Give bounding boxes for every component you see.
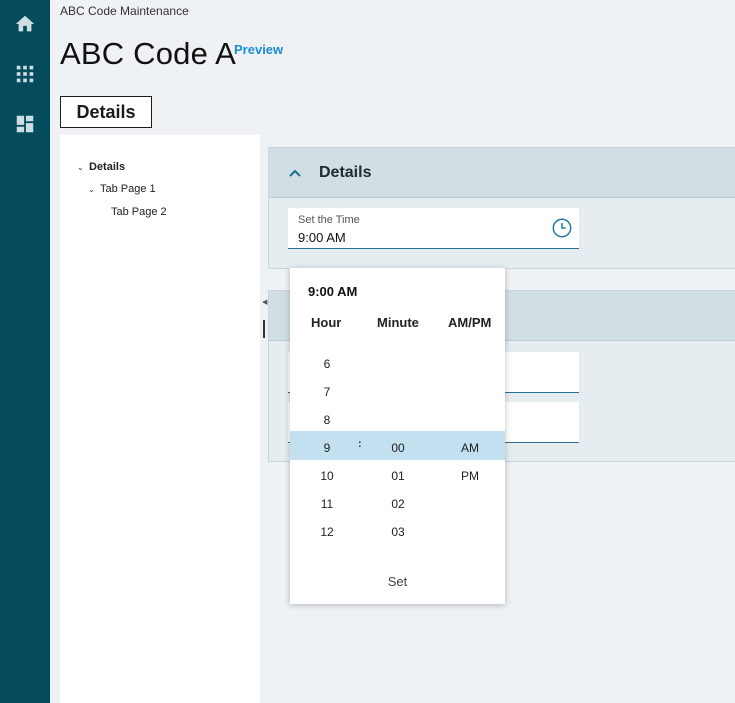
minute-option[interactable]: 01 — [378, 469, 418, 483]
minute-column-header: Minute — [377, 315, 419, 330]
page-title: ABC Code A — [60, 36, 237, 71]
home-icon — [15, 15, 35, 32]
details-section-header[interactable]: Details — [269, 148, 735, 198]
tab-details[interactable]: Details — [60, 96, 152, 128]
hour-option[interactable]: 7 — [307, 385, 347, 399]
field-label: Set the Time — [298, 214, 360, 226]
breadcrumb: ABC Code Maintenance — [60, 4, 189, 18]
hour-column-header: Hour — [311, 315, 342, 330]
dashboard-button[interactable] — [0, 104, 50, 144]
tree-item-details[interactable]: ⌄ Details — [77, 161, 125, 173]
set-time-field[interactable]: Set the Time — [288, 208, 579, 249]
home-button[interactable] — [0, 4, 50, 44]
hour-option[interactable]: 8 — [307, 413, 347, 427]
tree-panel: ⌄ Details ⌄ Tab Page 1 Tab Page 2 — [60, 135, 260, 703]
tree-item-label: Details — [89, 161, 126, 173]
hour-option[interactable]: 11 — [307, 497, 347, 511]
apps-grid-icon — [16, 65, 34, 83]
hour-option-selected[interactable]: 9 — [307, 441, 347, 455]
preview-link[interactable]: Preview — [234, 42, 283, 57]
tree-item-label: Tab Page 1 — [100, 183, 156, 195]
ampm-option-selected[interactable]: AM — [450, 441, 490, 455]
nav-rail — [0, 0, 50, 703]
chevron-up-icon — [289, 169, 301, 177]
dashboard-icon — [16, 115, 34, 133]
hour-option[interactable]: 12 — [307, 525, 347, 539]
chevron-down-icon: ⌄ — [77, 162, 84, 172]
set-button[interactable]: Set — [290, 574, 505, 589]
ampm-option[interactable]: PM — [450, 469, 490, 483]
minute-option[interactable]: 02 — [378, 497, 418, 511]
tree-item-tab-page-1[interactable]: ⌄ Tab Page 1 — [88, 183, 156, 195]
time-input[interactable] — [298, 230, 538, 245]
tree-item-label: Tab Page 2 — [111, 206, 167, 218]
tree-item-tab-page-2[interactable]: Tab Page 2 — [111, 206, 167, 218]
section-title: Details — [319, 163, 372, 181]
picker-current-time: 9:00 AM — [308, 284, 358, 299]
apps-button[interactable] — [0, 54, 50, 94]
hour-option[interactable]: 6 — [307, 357, 347, 371]
hour-option[interactable]: 10 — [307, 469, 347, 483]
splitter-handle[interactable] — [263, 320, 265, 338]
collapse-arrow-icon[interactable]: ◀ — [262, 298, 267, 306]
ampm-column-header: AM/PM — [448, 315, 492, 330]
time-separator: : — [358, 438, 362, 450]
minute-option-selected[interactable]: 00 — [378, 441, 418, 455]
clock-icon[interactable] — [551, 217, 573, 239]
minute-option[interactable]: 03 — [378, 525, 418, 539]
chevron-down-icon: ⌄ — [88, 184, 95, 194]
time-picker: 9:00 AM Hour Minute AM/PM 6 7 8 9 10 11 … — [290, 268, 505, 604]
